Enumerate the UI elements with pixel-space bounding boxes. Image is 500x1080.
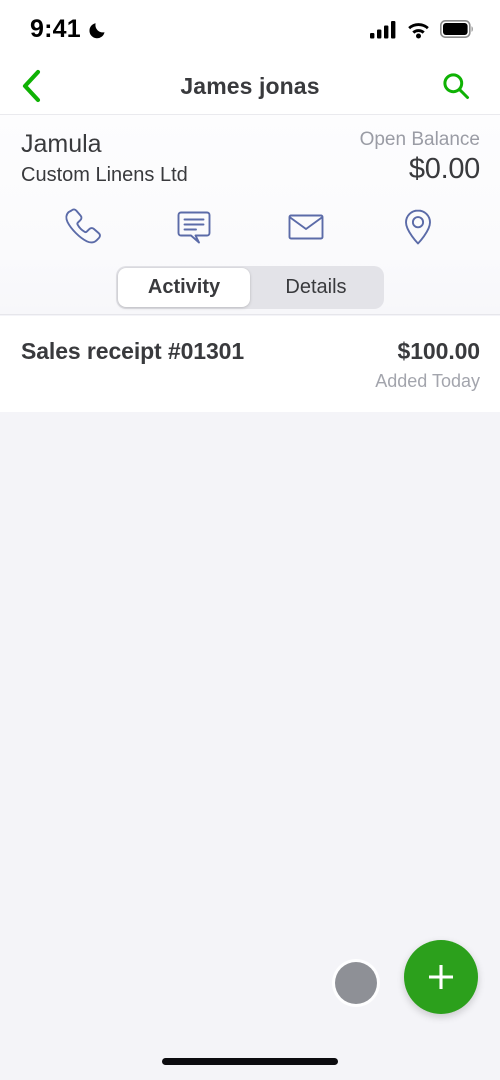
tabs-container: Activity Details <box>0 266 500 310</box>
navigation-bar: James jonas <box>0 58 500 115</box>
activity-list: Sales receipt #01301 $100.00 Added Today <box>0 316 500 415</box>
segmented-control: Activity Details <box>116 266 384 310</box>
open-balance-block: Open Balance $0.00 <box>359 129 481 186</box>
call-button[interactable] <box>51 201 113 253</box>
tab-details[interactable]: Details <box>250 268 382 307</box>
status-bar-time: 9:41 <box>30 14 81 43</box>
customer-company: Custom Linens Ltd <box>21 164 188 187</box>
status-bar: 9:41 <box>0 0 500 58</box>
message-bubble-icon <box>177 211 211 244</box>
home-indicator[interactable] <box>162 1058 338 1065</box>
wifi-icon <box>408 22 429 38</box>
list-item[interactable]: Sales receipt #01301 $100.00 Added Today <box>0 316 500 414</box>
open-balance-amount: $0.00 <box>408 153 480 185</box>
activity-meta: $100.00 Added Today <box>375 338 480 392</box>
activity-title: Sales receipt #01301 <box>21 338 245 364</box>
search-button[interactable] <box>434 64 478 108</box>
chevron-left-icon <box>22 69 41 103</box>
customer-identity: Jamula Custom Linens Ltd <box>21 129 188 187</box>
open-balance-label: Open Balance <box>359 129 480 150</box>
customer-name: Jamula <box>21 130 102 158</box>
tab-activity[interactable]: Activity <box>118 268 250 308</box>
plus-icon <box>429 965 453 989</box>
search-icon <box>443 73 469 99</box>
status-bar-right <box>370 20 474 39</box>
app-screen: 9:41 James jonas Jamula Custom Linens Lt… <box>0 0 500 1080</box>
add-button[interactable] <box>404 940 478 1014</box>
location-button[interactable] <box>387 201 449 253</box>
envelope-icon <box>288 214 324 240</box>
status-bar-left: 9:41 <box>30 15 109 44</box>
battery-full-icon <box>440 20 473 38</box>
customer-header-card: Jamula Custom Linens Ltd Open Balance $0… <box>0 115 500 315</box>
quick-actions-row <box>0 187 500 253</box>
page-title: James jonas <box>180 72 320 99</box>
touch-cursor-indicator <box>335 962 377 1004</box>
signal-bars-icon <box>370 20 396 38</box>
map-pin-icon <box>405 209 431 245</box>
activity-amount: $100.00 <box>397 338 481 364</box>
message-button[interactable] <box>163 201 225 253</box>
phone-icon <box>65 208 101 244</box>
customer-summary: Jamula Custom Linens Ltd Open Balance $0… <box>0 115 500 187</box>
back-button[interactable] <box>10 64 54 108</box>
moon-icon <box>89 22 105 38</box>
email-button[interactable] <box>275 201 337 253</box>
activity-subtitle: Added Today <box>375 371 480 391</box>
